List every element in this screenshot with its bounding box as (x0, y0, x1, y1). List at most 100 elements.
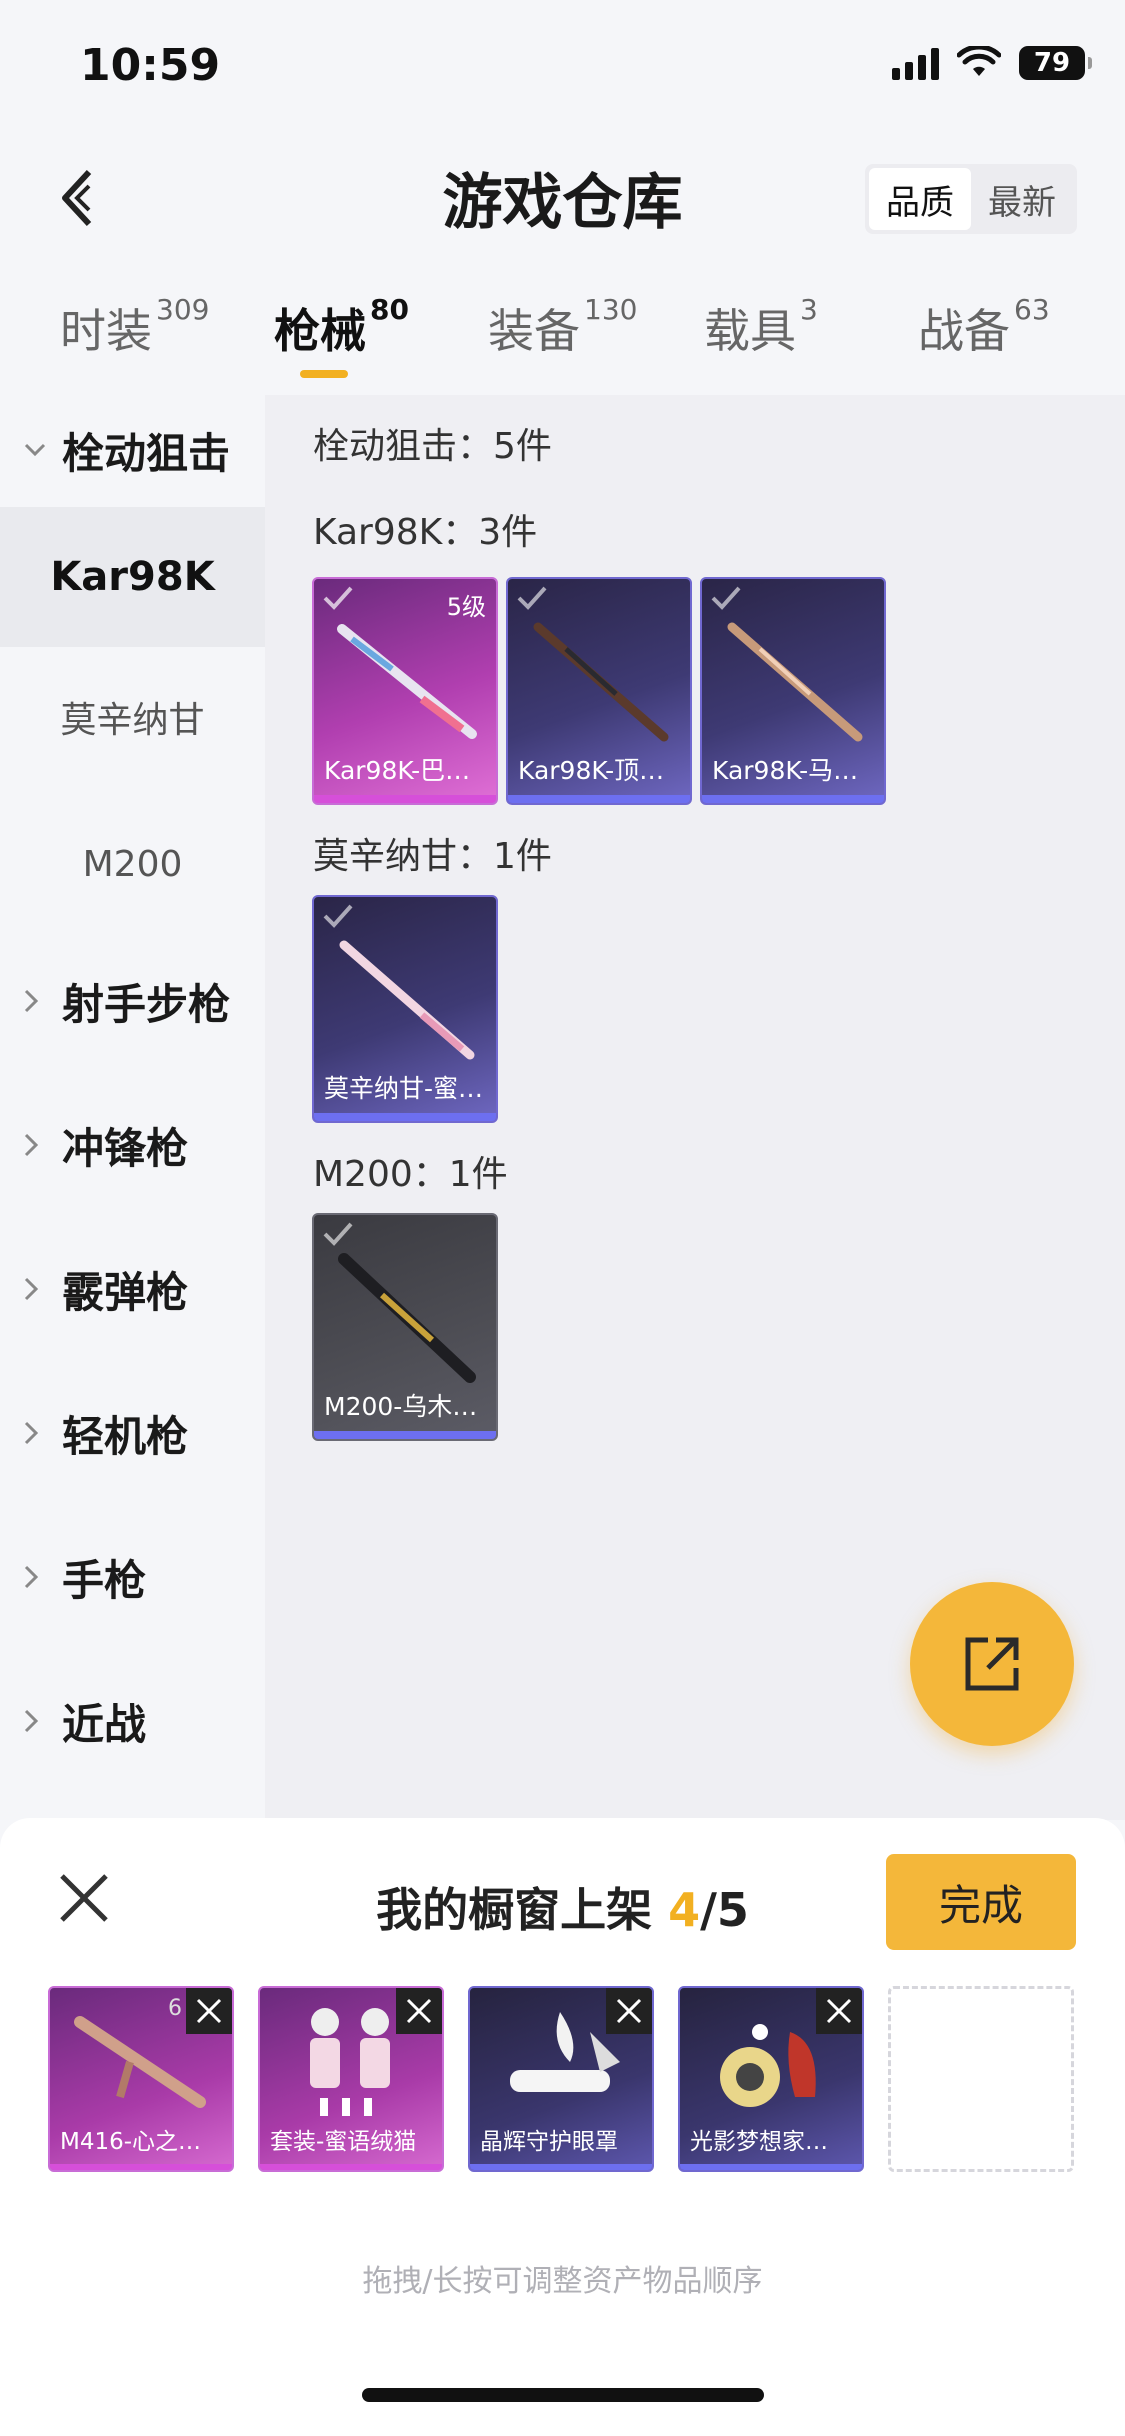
reorder-hint: 拖拽/长按可调整资产物品顺序 (362, 2264, 763, 2299)
chevron-right-icon (24, 1277, 38, 1301)
item-card[interactable]: M200-乌木… (312, 1213, 498, 1441)
slot-name: 晶辉守护眼罩 (480, 2129, 618, 2155)
sidebar-item-label: 栓动狙击 (62, 428, 231, 478)
quality-bar (314, 1431, 496, 1439)
chevron-left-icon (62, 169, 92, 227)
chevron-right-icon (24, 989, 38, 1013)
quality-bar (50, 2164, 232, 2170)
item-card[interactable]: Kar98K-顶… (506, 577, 692, 805)
sidebar-item-pistol[interactable]: 手枪 (0, 1517, 265, 1637)
sidebar-item-label: 轻机枪 (62, 1411, 189, 1461)
check-icon (323, 586, 353, 610)
showcase-slot[interactable]: 6 M416-心之… (48, 1986, 234, 2172)
quality-bar (680, 2164, 862, 2170)
sidebar-item-melee[interactable]: 近战 (0, 1661, 265, 1781)
quality-bar (470, 2164, 652, 2170)
rifle-icon (533, 622, 669, 742)
remove-slot-button[interactable] (816, 1988, 862, 2034)
sidebar-sub-kar98k[interactable]: Kar98K (0, 507, 265, 647)
external-link-icon (965, 1637, 1019, 1691)
close-icon (406, 1998, 432, 2024)
rifle-icon (339, 940, 475, 1060)
close-icon[interactable] (54, 1868, 114, 1928)
sidebar-item-label: 近战 (62, 1699, 147, 1749)
back-button[interactable] (52, 162, 102, 234)
close-icon (826, 1998, 852, 2024)
cellular-signal-icon (892, 46, 939, 80)
sidebar-item-smg[interactable]: 冲锋枪 (0, 1085, 265, 1205)
showcase-slot[interactable]: 晶辉守护眼罩 (468, 1986, 654, 2172)
rifle-icon (338, 1253, 476, 1383)
group-title: 莫辛纳甘：1件 (313, 836, 552, 877)
rifle-icon (727, 622, 863, 742)
group-title: Kar98K：3件 (313, 512, 538, 553)
quality-bar (314, 1113, 496, 1121)
slot-name: M416-心之… (60, 2129, 202, 2155)
tab-label: 载具 (704, 304, 796, 358)
chevron-right-icon (24, 1421, 38, 1445)
sidebar-item-lmg[interactable]: 轻机枪 (0, 1373, 265, 1493)
item-name: 莫辛纳甘-蜜… (324, 1074, 484, 1103)
item-card[interactable]: Kar98K-马… (700, 577, 886, 805)
active-tab-indicator (300, 370, 348, 378)
home-indicator (362, 2388, 764, 2402)
quality-bar (260, 2164, 442, 2170)
done-button[interactable]: 完成 (886, 1854, 1076, 1950)
battery-indicator: 79 (1019, 46, 1092, 80)
sidebar-item-bolt-action[interactable]: 栓动狙击 (0, 395, 265, 505)
tab-label: 时装 (60, 304, 152, 358)
close-icon (196, 1998, 222, 2024)
item-card[interactable]: 5级 Kar98K-巴… (312, 577, 498, 805)
remove-slot-button[interactable] (396, 1988, 442, 2034)
rifle-icon (337, 624, 477, 739)
chevron-right-icon (24, 1565, 38, 1589)
chevron-down-icon (24, 443, 46, 457)
wifi-icon (957, 46, 1001, 76)
sidebar-item-label: 射手步枪 (62, 979, 231, 1029)
status-time: 10:59 (80, 40, 221, 91)
tab-fashion[interactable]: 时装 309 (60, 293, 210, 361)
sort-quality-option[interactable]: 品质 (869, 168, 971, 230)
remove-slot-button[interactable] (606, 1988, 652, 2034)
showcase-slot[interactable]: 套装-蜜语绒猫 (258, 1986, 444, 2172)
item-name: Kar98K-马… (712, 756, 859, 785)
tab-label: 战备 (918, 304, 1010, 358)
sidebar-item-marksman[interactable]: 射手步枪 (0, 941, 265, 1061)
tab-count: 309 (156, 293, 210, 326)
group-title: M200：1件 (313, 1154, 508, 1195)
check-icon (711, 586, 741, 610)
item-name: Kar98K-顶… (518, 756, 665, 785)
remove-slot-button[interactable] (186, 1988, 232, 2034)
slot-count-current: 4 (668, 1883, 701, 1937)
showcase-slot[interactable]: 光影梦想家… (678, 1986, 864, 2172)
tab-count: 63 (1014, 293, 1050, 326)
sidebar-item-label: 冲锋枪 (62, 1123, 189, 1173)
empty-showcase-slot[interactable] (888, 1986, 1074, 2172)
share-button[interactable] (910, 1582, 1074, 1746)
sidebar-sub-m200[interactable]: M200 (0, 795, 265, 935)
sort-newest-option[interactable]: 最新 (971, 168, 1073, 230)
tab-count: 3 (800, 293, 818, 326)
tab-equipment[interactable]: 装备 130 (488, 293, 637, 361)
category-tabs: 时装 309 枪械 80 装备 130 载具 3 战备 63 (0, 293, 1125, 385)
sidebar-sub-mosin[interactable]: 莫辛纳甘 (0, 651, 265, 791)
tab-firearms[interactable]: 枪械 80 (274, 293, 409, 361)
slot-name: 套装-蜜语绒猫 (270, 2129, 417, 2155)
item-name: M200-乌木… (324, 1392, 478, 1421)
showcase-sheet: 我的橱窗上架 4/5 完成 6 M416-心之… 套装-蜜语绒猫 晶辉守护眼罩 … (0, 1818, 1125, 2436)
slot-name: 光影梦想家… (690, 2129, 828, 2155)
check-icon (517, 586, 547, 610)
tab-supplies[interactable]: 战备 63 (918, 293, 1050, 361)
check-icon (323, 904, 353, 928)
item-name: Kar98K-巴… (324, 756, 471, 785)
tab-vehicles[interactable]: 载具 3 (704, 293, 818, 361)
tab-label: 装备 (488, 304, 580, 358)
quality-bar (702, 795, 884, 803)
item-card[interactable]: 莫辛纳甘-蜜… (312, 895, 498, 1123)
chevron-right-icon (24, 1709, 38, 1733)
close-icon (616, 1998, 642, 2024)
sidebar: 栓动狙击 Kar98K 莫辛纳甘 M200 射手步枪 冲锋枪 霰弹枪 轻机枪 手… (0, 395, 265, 1820)
tab-label: 枪械 (274, 304, 366, 358)
check-icon (323, 1222, 353, 1246)
sidebar-item-shotgun[interactable]: 霰弹枪 (0, 1229, 265, 1349)
